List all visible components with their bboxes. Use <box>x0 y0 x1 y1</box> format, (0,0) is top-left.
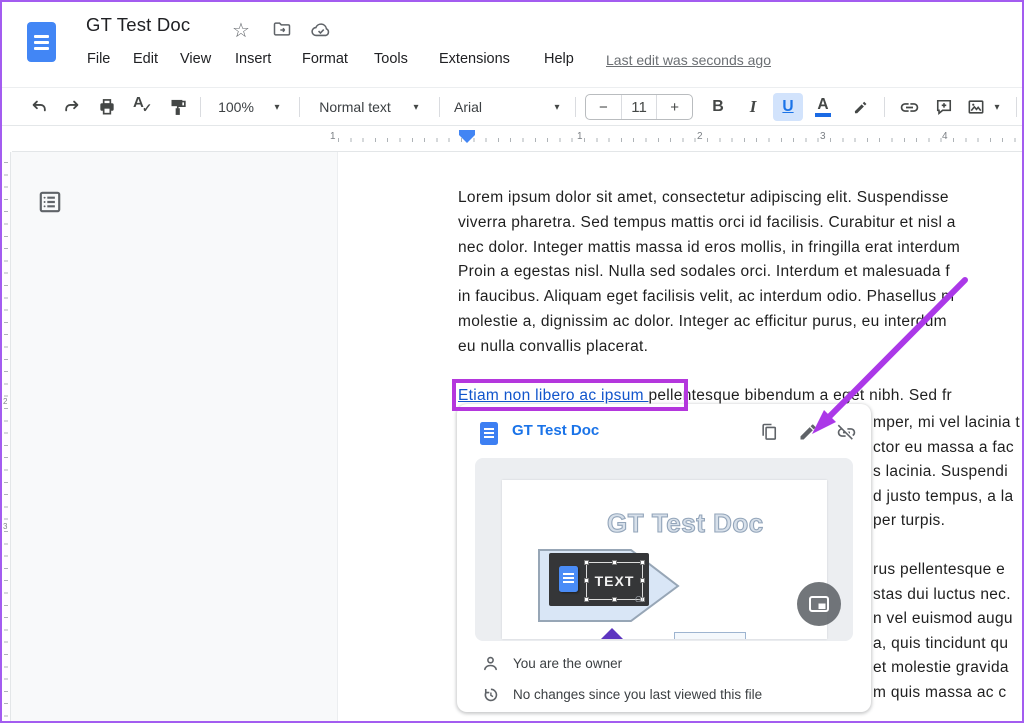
google-docs-window: GT Test Doc ☆ File Edit View Insert Form… <box>0 0 1024 723</box>
indent-marker[interactable] <box>459 130 475 143</box>
doc-text-line: molestie a, dignissim ac dolor. Integer … <box>458 309 947 334</box>
doc-text-fragment: n vel euismod augu <box>873 606 1013 631</box>
star-icon[interactable]: ☆ <box>232 18 250 43</box>
menu-file[interactable]: File <box>87 51 110 67</box>
copy-link-button[interactable] <box>757 420 781 444</box>
link-preview-card: GT Test Doc GT Test Doc <box>457 404 871 712</box>
open-preview-button[interactable] <box>797 582 841 626</box>
paragraph-style-select[interactable]: Normal text <box>313 88 397 126</box>
header-bar: GT Test Doc ☆ File Edit View Insert Form… <box>2 2 1022 88</box>
edit-link-button[interactable] <box>796 420 820 444</box>
doc-text-fragment: d justo tempus, a la <box>873 484 1013 509</box>
increase-font-size-button[interactable]: + <box>657 95 692 119</box>
cloud-saved-icon[interactable] <box>310 20 332 44</box>
redo-button[interactable] <box>59 88 85 126</box>
insert-image-button[interactable] <box>963 88 989 126</box>
vertical-ruler: 2 3 <box>2 152 11 723</box>
doc-text-fragment: s lacinia. Suspendi <box>873 459 1008 484</box>
menu-edit[interactable]: Edit <box>133 51 158 67</box>
etiam-hyperlink[interactable]: Etiam non libero ac ipsum <box>458 387 648 404</box>
thumbnail-page: GT Test Doc TEXT <box>502 480 827 639</box>
font-size-input[interactable]: 11 <box>621 95 658 119</box>
doc-text-fragment: et molestie gravida <box>873 655 1009 680</box>
paint-format-button[interactable] <box>166 88 192 126</box>
undo-button[interactable] <box>26 88 52 126</box>
move-folder-icon[interactable] <box>272 19 292 44</box>
doc-text-fragment: per turpis. <box>873 508 945 533</box>
doc-thumbnail[interactable]: GT Test Doc TEXT <box>475 458 853 641</box>
thumbnail-rectangle-shape <box>674 632 746 639</box>
menu-help[interactable]: Help <box>544 51 574 67</box>
decrease-font-size-button[interactable]: − <box>586 95 621 119</box>
doc-text-fragment: rus pellentesque e <box>873 557 1005 582</box>
ruler-number: 1 <box>577 131 583 142</box>
document-title[interactable]: GT Test Doc <box>86 14 190 36</box>
font-size-group: − 11 + <box>585 94 693 120</box>
print-button[interactable] <box>94 88 120 126</box>
paragraph-style-dropdown-icon[interactable]: ▾ <box>409 88 423 126</box>
thumbnail-watermark: Gt <box>635 595 643 604</box>
zoom-select[interactable]: 100% <box>214 88 258 126</box>
thumbnail-text-label: TEXT <box>595 573 635 589</box>
menu-insert[interactable]: Insert <box>235 51 271 67</box>
doc-text-line: eu nulla convallis placerat. <box>458 334 648 359</box>
add-comment-button[interactable] <box>931 88 957 126</box>
zoom-dropdown-icon[interactable]: ▾ <box>270 88 284 126</box>
owner-row: You are the owner <box>481 654 622 673</box>
doc-text-fragment: ctor eu massa a fac <box>873 435 1014 460</box>
doc-text-line: Lorem ipsum dolor sit amet, consectetur … <box>458 185 949 210</box>
last-edit-status[interactable]: Last edit was seconds ago <box>606 52 771 68</box>
history-icon <box>481 685 500 704</box>
docs-file-icon <box>480 422 498 445</box>
doc-text-fragment: m quis massa ac c <box>873 680 1006 705</box>
bold-button[interactable]: B <box>705 88 731 126</box>
spelling-check-button[interactable]: A ✓ <box>129 88 157 126</box>
doc-text-line: viverra pharetra. Sed tempus mattis orci… <box>458 210 956 235</box>
horizontal-ruler: 1 1 2 3 4 <box>12 126 1022 152</box>
insert-link-button[interactable] <box>896 88 922 126</box>
person-icon <box>481 654 500 673</box>
ruler-number: 3 <box>820 131 826 142</box>
text-color-button[interactable]: A <box>810 88 836 126</box>
doc-text-line: Proin a egestas nisl. Nulla sed sodales … <box>458 259 950 284</box>
ruler-number: 1 <box>330 131 336 142</box>
font-family-dropdown-icon[interactable]: ▾ <box>550 88 564 126</box>
italic-button[interactable]: I <box>740 88 766 126</box>
doc-text-line: nec dolor. Integer mattis massa id eros … <box>458 235 960 260</box>
google-docs-logo-icon[interactable] <box>27 22 56 62</box>
ruler-number: 4 <box>942 131 948 142</box>
ruler-number: 2 <box>697 131 703 142</box>
doc-text-fragment: mper, mi vel lacinia t <box>873 410 1020 435</box>
changes-text: No changes since you last viewed this fi… <box>513 687 762 702</box>
doc-text-fragment: stas dui luctus nec. <box>873 582 1011 607</box>
toolbar: A ✓ 100% ▾ Normal text ▾ Arial ▾ − 11 + … <box>2 88 1022 126</box>
mini-docs-icon <box>559 566 578 592</box>
thumbnail-text-box: TEXT Gt <box>549 553 649 606</box>
menu-tools[interactable]: Tools <box>374 51 408 67</box>
thumbnail-triangle-shape <box>600 628 624 639</box>
insert-image-dropdown-icon[interactable]: ▾ <box>991 88 1003 126</box>
doc-text-line: in faucibus. Aliquam eget facilisis veli… <box>458 284 954 309</box>
highlight-color-button[interactable] <box>847 88 873 126</box>
menu-format[interactable]: Format <box>302 51 348 67</box>
menu-extensions[interactable]: Extensions <box>439 51 510 67</box>
show-outline-button[interactable] <box>32 184 68 220</box>
menu-view[interactable]: View <box>180 51 211 67</box>
doc-text-after-link: pellentesque bibendum a eget nibh. Sed f… <box>648 387 952 404</box>
owner-text: You are the owner <box>513 656 622 671</box>
font-family-select[interactable]: Arial <box>454 88 494 126</box>
underline-button[interactable]: U <box>773 93 803 121</box>
card-doc-title-link[interactable]: GT Test Doc <box>512 422 599 439</box>
ruler-number: 3 <box>3 522 7 531</box>
doc-text-fragment: a, quis tincidunt qu <box>873 631 1008 656</box>
thumbnail-doc-title: GT Test Doc <box>607 508 764 539</box>
changes-row: No changes since you last viewed this fi… <box>481 685 762 704</box>
ruler-number: 2 <box>3 397 7 406</box>
remove-link-button[interactable] <box>834 420 858 444</box>
